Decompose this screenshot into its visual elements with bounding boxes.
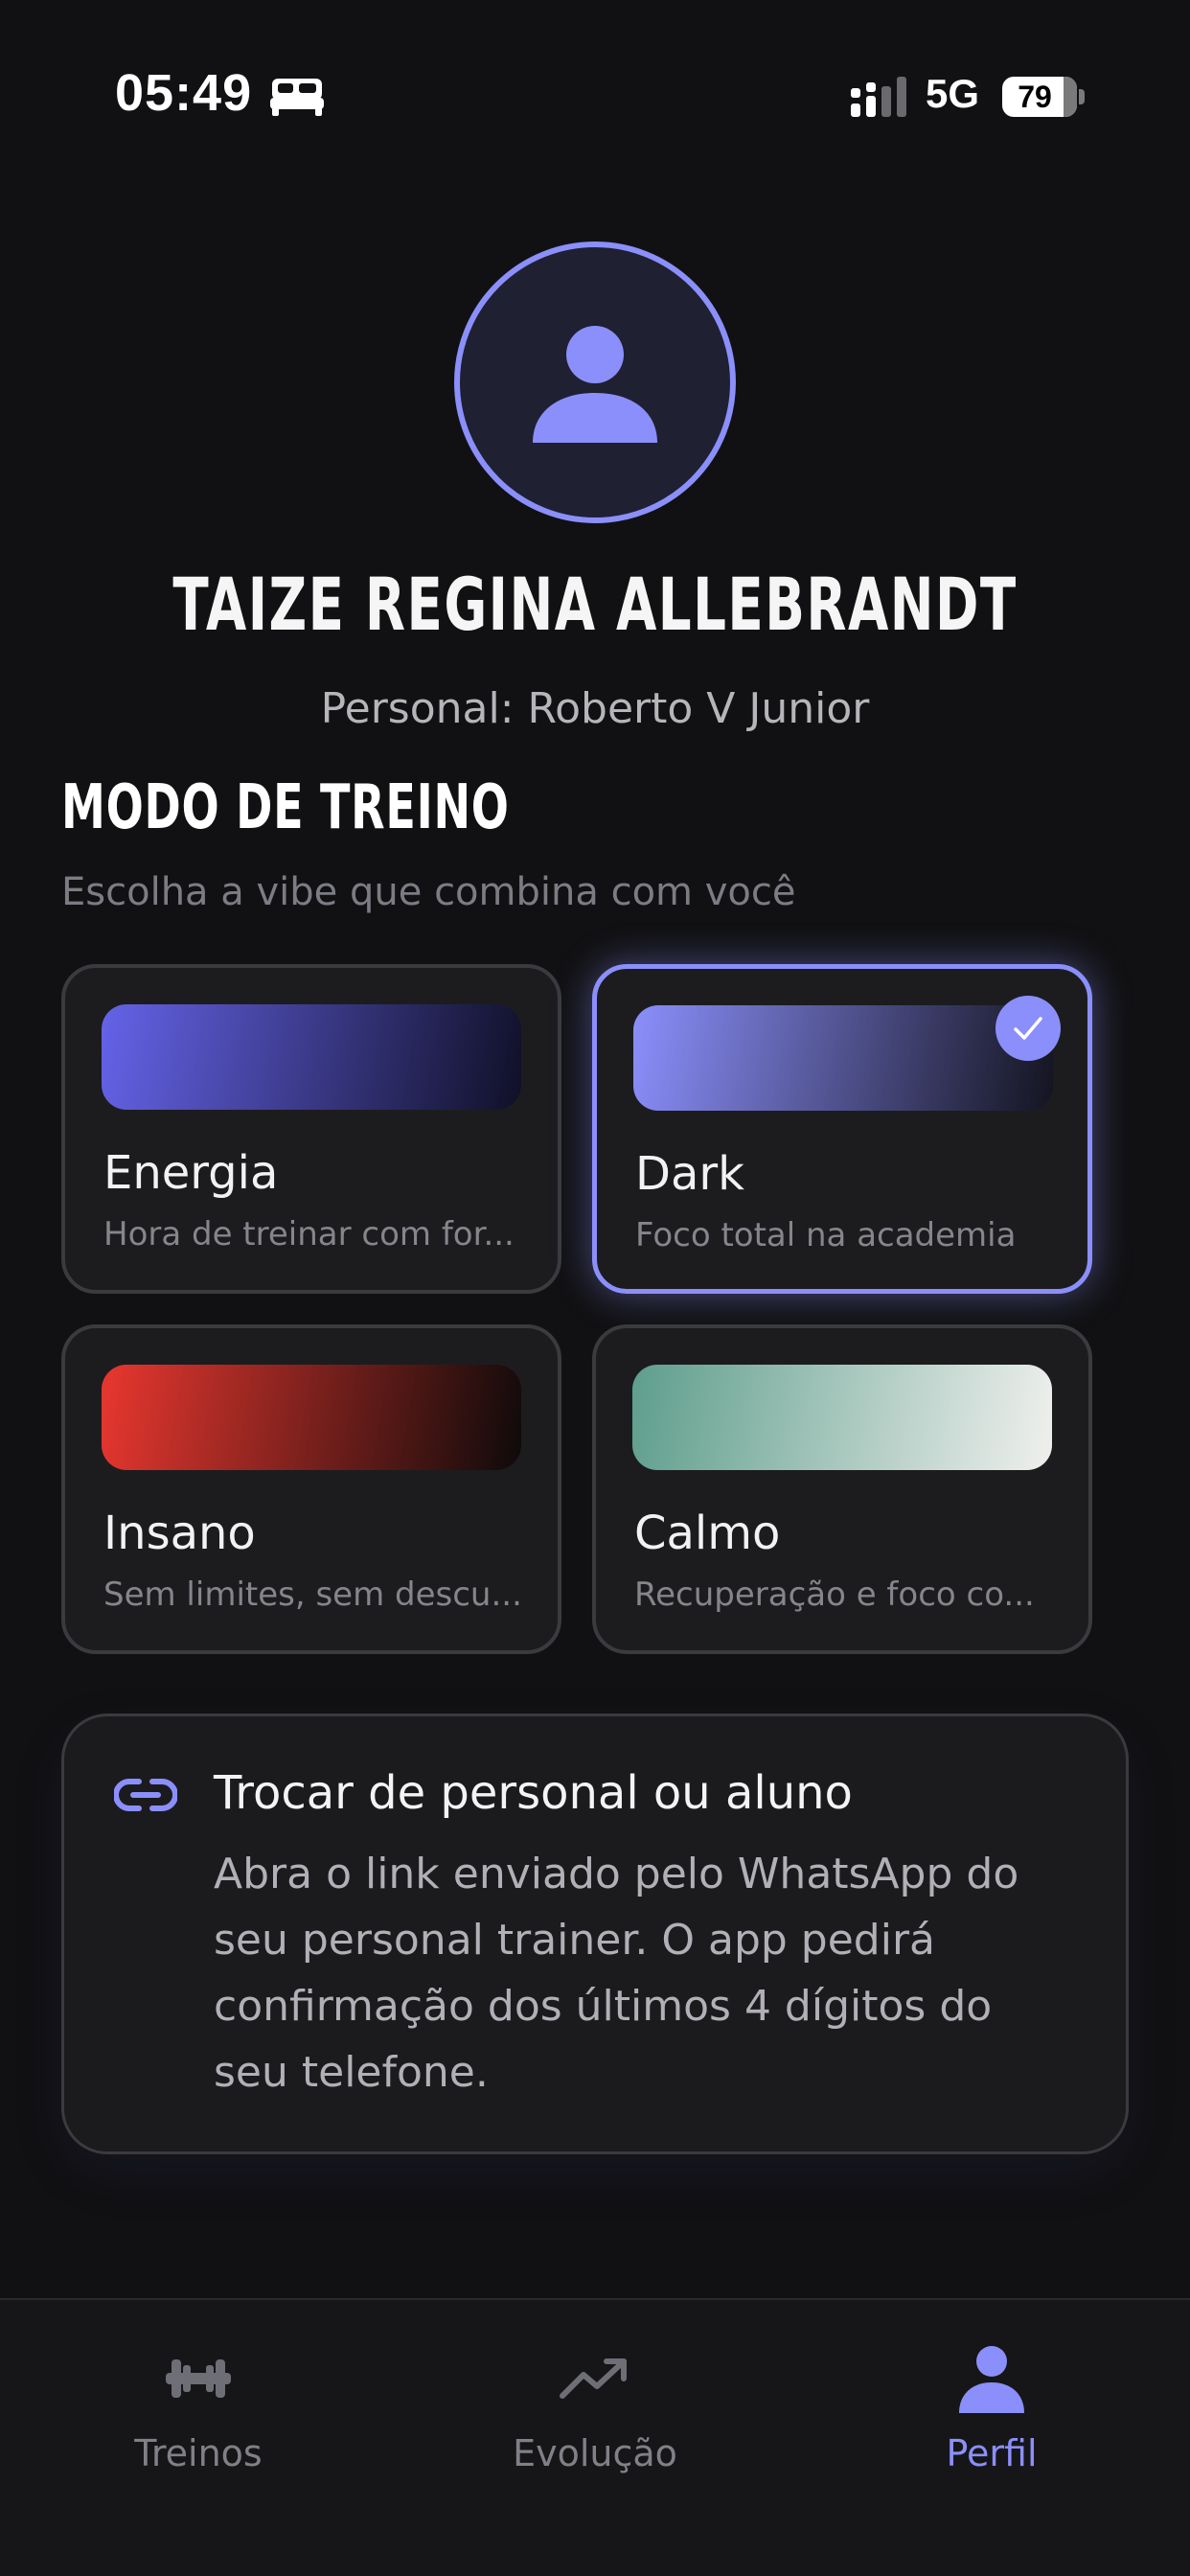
tab-label: Perfil [946,2432,1038,2474]
selected-badge [995,996,1061,1061]
mode-swatch [632,1365,1052,1470]
status-time: 05:49 [115,64,253,122]
trending-up-icon [560,2358,627,2399]
battery-tip [1079,89,1085,104]
info-body: Abra o link enviado pelo WhatsApp do seu… [214,1850,1019,2097]
tab-evolucao[interactable]: Evolução [397,2300,793,2511]
section-subtitle: Escolha a vibe que combina com você [61,870,796,914]
tab-treinos[interactable]: Treinos [0,2300,397,2511]
mode-description: Recuperação e foco co... [634,1576,1035,1614]
mode-swatch [102,1365,521,1470]
mode-card-calmo[interactable]: Calmo Recuperação e foco co... [592,1324,1092,1654]
mode-description: Foco total na academia [635,1216,1017,1254]
mode-card-insano[interactable]: Insano Sem limites, sem descu... [61,1324,561,1654]
info-title: Trocar de personal ou aluno [214,1766,853,1820]
mode-swatch [102,1004,521,1110]
link-icon [114,1779,177,1811]
mode-name: Dark [635,1147,744,1201]
personal-trainer-name: Personal: Roberto V Junior [320,684,870,733]
battery-icon: 79 [1002,77,1085,117]
dumbbell-icon [166,2359,231,2398]
mode-swatch [633,1005,1053,1111]
avatar[interactable] [454,242,736,523]
mode-name: Calmo [634,1506,781,1560]
check-icon [1014,1017,1042,1040]
tab-perfil[interactable]: Perfil [793,2300,1190,2511]
signal-icon [851,77,906,117]
mode-card-dark[interactable]: Dark Foco total na academia [592,964,1092,1294]
profile-screen: 05:49 5G 79 TAIZE REGINA ALLEBRANDT Pers… [0,0,1190,2576]
user-name: TAIZE REGINA ALLEBRANDT [172,562,1018,647]
user-icon [959,2346,1024,2413]
tab-label: Evolução [513,2432,677,2474]
bed-icon [270,79,324,116]
mode-name: Energia [103,1146,279,1200]
mode-card-energia[interactable]: Energia Hora de treinar com for... [61,964,561,1294]
status-bar: 05:49 5G 79 [0,0,1190,192]
section-title: MODO DE TREINO [61,772,510,843]
network-type: 5G [926,71,980,116]
mode-name: Insano [103,1506,256,1560]
tab-bar: Treinos Evolução Perfil [0,2298,1190,2576]
tab-label: Treinos [134,2432,263,2474]
mode-description: Sem limites, sem descu... [103,1576,522,1614]
switch-trainer-card: Trocar de personal ou aluno Abra o link … [61,1714,1129,2154]
battery-empty-segment [1064,77,1077,117]
user-icon [533,326,657,443]
mode-description: Hora de treinar com for... [103,1215,515,1254]
